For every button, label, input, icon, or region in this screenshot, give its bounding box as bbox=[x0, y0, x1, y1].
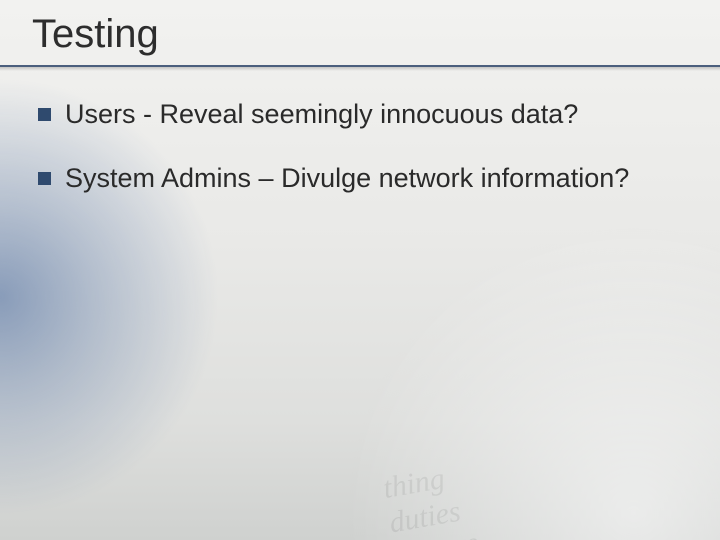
slide-title: Testing bbox=[30, 12, 690, 57]
slide: Testing Users - Reveal seemingly innocuo… bbox=[0, 0, 720, 540]
title-rule bbox=[0, 65, 720, 71]
background-ghost-text: thing duties picture screen bbox=[381, 414, 720, 540]
square-bullet-icon bbox=[38, 172, 51, 185]
bullet-list: Users - Reveal seemingly innocuous data?… bbox=[30, 97, 690, 196]
bullet-text: System Admins – Divulge network informat… bbox=[65, 161, 690, 197]
bullet-item: Users - Reveal seemingly innocuous data? bbox=[38, 97, 690, 133]
bullet-text: Users - Reveal seemingly innocuous data? bbox=[65, 97, 690, 133]
square-bullet-icon bbox=[38, 108, 51, 121]
bullet-item: System Admins – Divulge network informat… bbox=[38, 161, 690, 197]
